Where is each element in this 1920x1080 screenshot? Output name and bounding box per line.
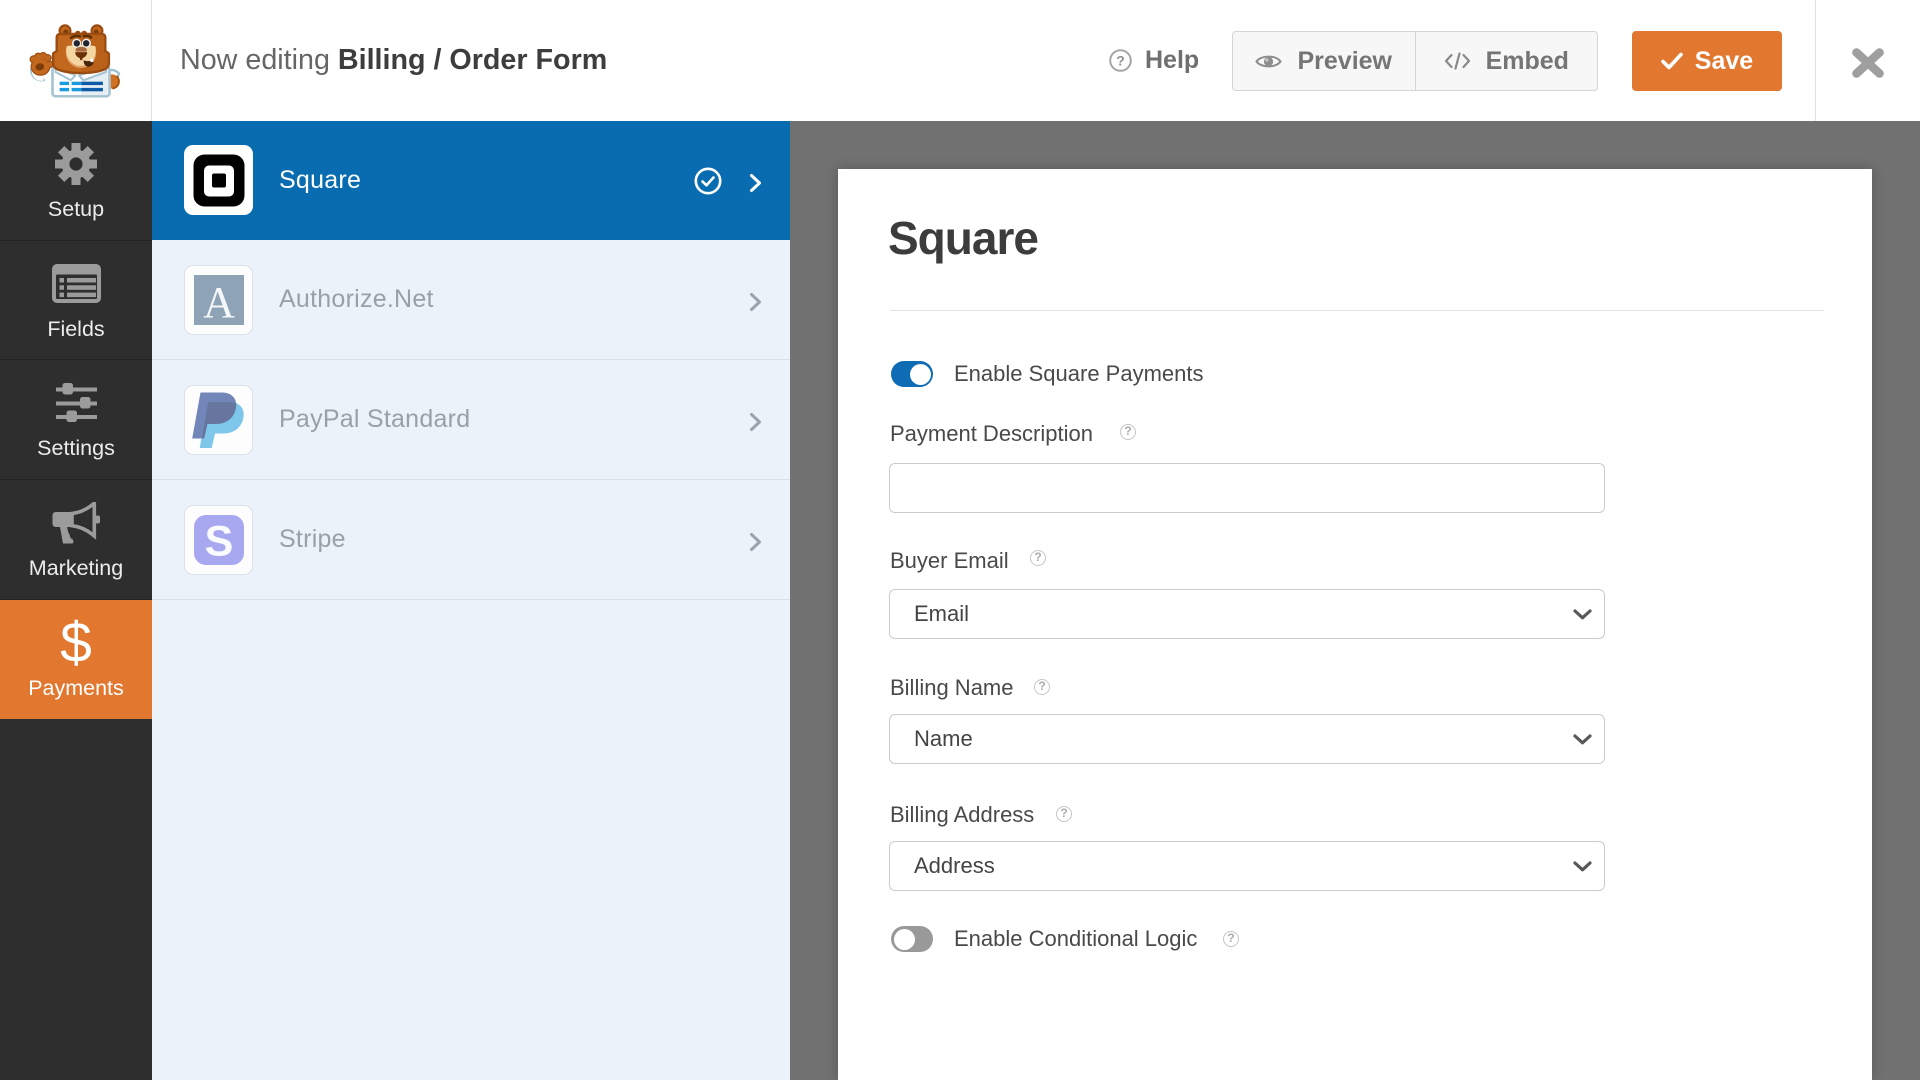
- svg-text:S: S: [205, 518, 234, 566]
- svg-text:?: ?: [1116, 52, 1125, 68]
- svg-text:A: A: [203, 278, 235, 327]
